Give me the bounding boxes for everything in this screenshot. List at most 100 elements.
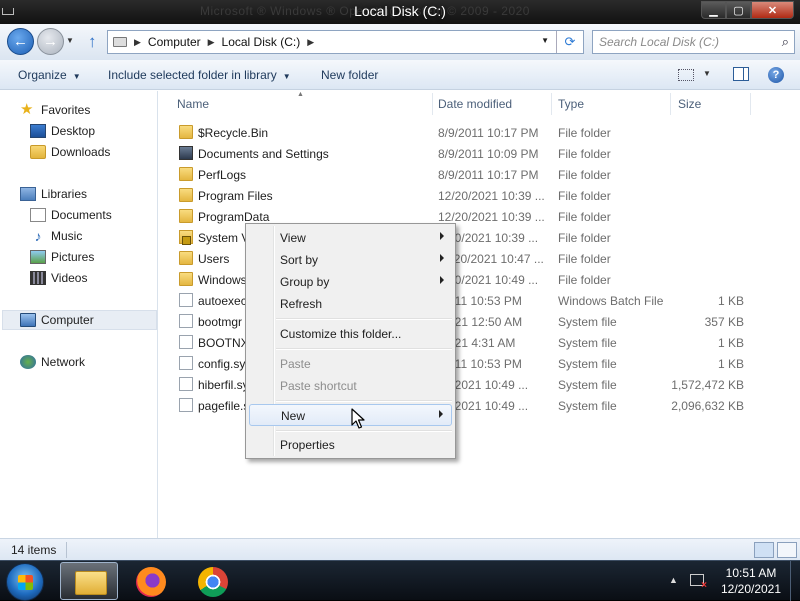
menu-item-customize[interactable]: Customize this folder... (249, 323, 452, 345)
folder-icon (179, 251, 193, 265)
close-button[interactable]: ✕ (751, 1, 794, 19)
include-in-library-button[interactable]: Include selected folder in library ▼ (108, 68, 291, 82)
details-view-icon[interactable] (754, 542, 774, 558)
view-options-chevron-down-icon[interactable]: ▼ (703, 69, 711, 78)
taskbar-clock[interactable]: 10:51 AM 12/20/2021 (712, 565, 790, 597)
tray-network-icon[interactable] (690, 574, 707, 591)
new-folder-button[interactable]: New folder (321, 68, 378, 82)
column-divider[interactable] (750, 93, 751, 115)
help-icon[interactable]: ? (768, 67, 784, 83)
file-row[interactable]: $Recycle.Bin 8/9/2011 10:17 PM File folder (177, 122, 797, 143)
column-divider[interactable] (551, 93, 552, 115)
libraries-icon (20, 187, 36, 201)
nav-documents[interactable]: Documents (30, 205, 112, 225)
menu-label: Properties (280, 438, 335, 452)
search-box[interactable]: ⌕ (592, 30, 795, 54)
large-icons-view-icon[interactable] (777, 542, 797, 558)
submenu-arrow-icon (440, 276, 444, 284)
minimize-button[interactable]: ▁ (701, 1, 726, 19)
file-type: Windows Batch File (558, 294, 664, 308)
status-bar: 14 items (0, 538, 800, 560)
start-button[interactable] (6, 563, 44, 601)
menu-separator (276, 430, 452, 432)
back-button[interactable]: ← (7, 28, 34, 55)
recent-pages-chevron-down-icon[interactable]: ▼ (66, 36, 74, 45)
file-type: System file (558, 378, 617, 392)
menu-item-group-by[interactable]: Group by (249, 271, 452, 293)
show-desktop-button[interactable] (790, 561, 800, 601)
nav-pictures[interactable]: Pictures (30, 247, 94, 267)
search-input[interactable] (599, 31, 774, 53)
chevron-down-icon: ▼ (282, 72, 291, 81)
up-arrow-icon[interactable]: ↑ (88, 32, 97, 52)
nav-favorites[interactable]: ★ Favorites (20, 100, 90, 120)
file-type: File folder (558, 126, 611, 140)
clock-date: 12/20/2021 (720, 582, 782, 596)
menu-item-paste[interactable]: Paste (249, 353, 452, 375)
desktop-icon (30, 124, 46, 138)
menu-item-view[interactable]: View (249, 227, 452, 249)
menu-label: Paste shortcut (280, 379, 357, 393)
taskbar-firefox-icon[interactable] (133, 562, 169, 600)
nav-desktop[interactable]: Desktop (30, 121, 95, 141)
nav-videos[interactable]: Videos (30, 268, 87, 288)
maximize-button[interactable]: ▢ (726, 1, 751, 19)
title-bar[interactable]: Microsoft ® Windows ® Operating System ©… (0, 0, 800, 24)
column-header-size[interactable]: Size (678, 97, 701, 111)
address-bar[interactable]: ▶ Computer ▶ Local Disk (C:) ▶ ▼ ⟳ (107, 30, 584, 54)
breadcrumb-local-disk[interactable]: Local Disk (C:) (222, 35, 301, 49)
menu-item-refresh[interactable]: Refresh (249, 293, 452, 315)
file-row[interactable]: Documents and Settings 8/9/2011 10:09 PM F… (177, 143, 797, 164)
folder-icon (179, 209, 193, 223)
breadcrumb-chevron-icon[interactable]: ▶ (208, 37, 215, 48)
include-label: Include selected folder in library (108, 68, 277, 82)
file-name: PerfLogs (198, 168, 247, 182)
tray-show-hidden-icons-chevron-icon[interactable]: ▲ (669, 575, 678, 585)
nav-libraries[interactable]: Libraries (20, 184, 87, 204)
breadcrumb-chevron-icon[interactable]: ▶ (134, 37, 141, 48)
network-icon (20, 355, 36, 369)
window-title: Local Disk (C:) (354, 3, 446, 19)
nav-music[interactable]: ♪ Music (30, 226, 83, 246)
change-view-icon[interactable] (678, 69, 694, 81)
nav-label: Libraries (41, 187, 88, 201)
address-row: ← → ▼ ↑ ▶ Computer ▶ Local Disk (C:) ▶ ▼… (0, 24, 800, 60)
breadcrumb-chevron-icon[interactable]: ▶ (307, 37, 314, 48)
column-header-date[interactable]: Date modified (438, 97, 512, 111)
file-date: 8/9/2011 10:17 PM (438, 168, 539, 182)
menu-label: New (281, 409, 306, 423)
file-type: File folder (558, 231, 611, 245)
column-divider[interactable] (432, 93, 433, 115)
folder-icon (179, 188, 193, 202)
organize-button[interactable]: Organize ▼ (18, 68, 81, 82)
column-divider[interactable] (670, 93, 671, 115)
file-icon (179, 356, 193, 370)
file-name: Program Files (198, 189, 273, 203)
file-name: Documents and Settings (198, 147, 329, 161)
menu-label: Sort by (280, 253, 319, 267)
nav-downloads[interactable]: Downloads (30, 142, 110, 162)
file-row[interactable]: PerfLogs 8/9/2011 10:17 PM File folder (177, 164, 797, 185)
search-icon[interactable]: ⌕ (782, 34, 789, 50)
column-header-name[interactable]: Name (177, 97, 209, 111)
taskbar-explorer-folder-icon[interactable] (60, 562, 118, 600)
preview-pane-icon[interactable] (733, 67, 749, 81)
file-row[interactable]: Program Files 12/20/2021 10:39 ... File fo… (177, 185, 797, 206)
column-header-type[interactable]: Type (558, 97, 584, 111)
forward-button[interactable]: → (37, 28, 64, 55)
nav-label: Downloads (51, 145, 111, 159)
folder-icon (179, 167, 193, 181)
locked-folder-icon (179, 230, 193, 245)
taskbar-chrome-icon[interactable] (195, 562, 231, 600)
breadcrumb-computer[interactable]: Computer (148, 35, 201, 49)
address-history-chevron-down-icon[interactable]: ▼ (541, 36, 549, 45)
nav-computer[interactable]: Computer (2, 310, 157, 330)
clock-time: 10:51 AM (725, 566, 777, 580)
menu-item-paste-shortcut[interactable]: Paste shortcut (249, 375, 452, 397)
refresh-icon[interactable]: ⟳ (556, 31, 583, 53)
file-size: 1 KB (717, 294, 744, 308)
menu-item-properties[interactable]: Properties (249, 434, 452, 456)
submenu-arrow-icon (439, 410, 443, 418)
nav-network[interactable]: Network (20, 352, 85, 372)
menu-item-sort-by[interactable]: Sort by (249, 249, 452, 271)
